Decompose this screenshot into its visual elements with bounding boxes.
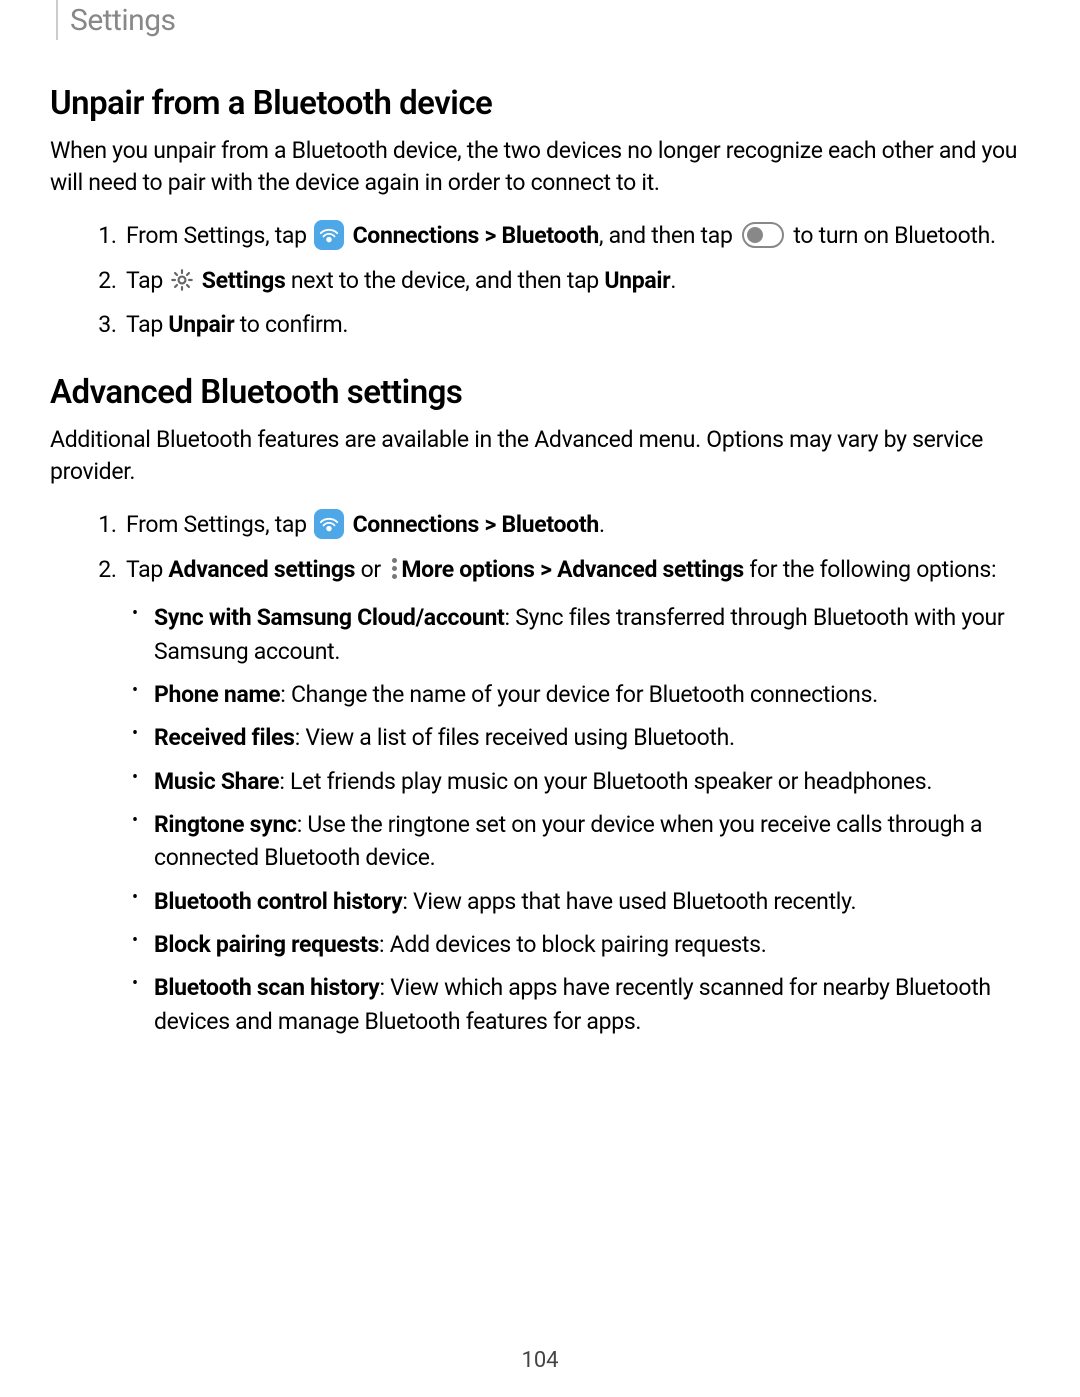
option-desc: : View apps that have used Bluetooth rec… bbox=[402, 888, 856, 915]
section1-intro: When you unpair from a Bluetooth device,… bbox=[50, 135, 1030, 199]
text-bold: > bbox=[479, 222, 501, 249]
section2-intro: Additional Bluetooth features are availa… bbox=[50, 424, 1030, 488]
page-header: Settings bbox=[56, 0, 1030, 40]
text: , and then tap bbox=[599, 222, 738, 249]
text-bold: Bluetooth bbox=[501, 511, 598, 538]
text-bold: Unpair bbox=[168, 311, 234, 338]
list-item: From Settings, tap Connections > Bluetoo… bbox=[122, 219, 1030, 254]
option-name: Bluetooth control history bbox=[154, 888, 402, 915]
section2-heading: Advanced Bluetooth settings bbox=[50, 373, 1030, 412]
list-item: Ringtone sync: Use the ringtone set on y… bbox=[126, 808, 1030, 875]
text: next to the device, and then tap bbox=[285, 267, 604, 294]
option-name: Phone name bbox=[154, 681, 280, 708]
text-bold: Connections bbox=[353, 511, 479, 538]
text: Tap bbox=[126, 267, 168, 294]
text: Tap bbox=[126, 311, 168, 338]
option-desc: : Change the name of your device for Blu… bbox=[280, 681, 878, 708]
option-name: Music Share bbox=[154, 768, 279, 795]
option-desc: : View a list of files received using Bl… bbox=[295, 724, 735, 751]
text: . bbox=[670, 267, 676, 294]
option-name: Ringtone sync bbox=[154, 811, 297, 838]
option-desc: : Add devices to block pairing requests. bbox=[379, 931, 766, 958]
option-name: Block pairing requests bbox=[154, 931, 379, 958]
text: From Settings, tap bbox=[126, 511, 312, 538]
text: for the following options: bbox=[744, 556, 996, 583]
options-list: Sync with Samsung Cloud/account: Sync fi… bbox=[126, 601, 1030, 1038]
text: From Settings, tap bbox=[126, 222, 312, 249]
list-item: Bluetooth control history: View apps tha… bbox=[126, 885, 1030, 918]
text-bold: More options bbox=[401, 556, 534, 583]
list-item: Sync with Samsung Cloud/account: Sync fi… bbox=[126, 601, 1030, 668]
list-item: Bluetooth scan history: View which apps … bbox=[126, 971, 1030, 1038]
text: to confirm. bbox=[234, 311, 348, 338]
list-item: Music Share: Let friends play music on y… bbox=[126, 765, 1030, 798]
header-title: Settings bbox=[70, 3, 176, 38]
list-item: Tap Advanced settings or More options > … bbox=[122, 553, 1030, 1038]
option-name: Bluetooth scan history bbox=[154, 974, 379, 1001]
connections-icon bbox=[314, 509, 344, 539]
list-item: Tap Unpair to confirm. bbox=[122, 308, 1030, 343]
more-options-icon bbox=[392, 558, 397, 579]
text-bold: Advanced settings bbox=[168, 556, 355, 583]
text-bold: Bluetooth bbox=[501, 222, 598, 249]
list-item: Block pairing requests: Add devices to b… bbox=[126, 928, 1030, 961]
list-item: From Settings, tap Connections > Bluetoo… bbox=[122, 508, 1030, 543]
text-bold: Connections bbox=[353, 222, 479, 249]
text-bold: Settings bbox=[202, 267, 286, 294]
text: to turn on Bluetooth. bbox=[788, 222, 996, 249]
toggle-off-icon bbox=[742, 222, 784, 248]
text: Tap bbox=[126, 556, 168, 583]
section1-steps: From Settings, tap Connections > Bluetoo… bbox=[50, 219, 1030, 343]
page-number: 104 bbox=[0, 1348, 1080, 1373]
section1-heading: Unpair from a Bluetooth device bbox=[50, 84, 1030, 123]
list-item: Phone name: Change the name of your devi… bbox=[126, 678, 1030, 711]
text-bold: > bbox=[479, 511, 501, 538]
option-name: Sync with Samsung Cloud/account bbox=[154, 604, 505, 631]
text: or bbox=[355, 556, 386, 583]
list-item: Tap Settings next to the device, and the… bbox=[122, 264, 1030, 299]
connections-icon bbox=[314, 220, 344, 250]
text-bold: Advanced settings bbox=[557, 556, 744, 583]
text-bold: Unpair bbox=[604, 267, 670, 294]
option-desc: : Let friends play music on your Bluetoo… bbox=[279, 768, 932, 795]
list-item: Received files: View a list of files rec… bbox=[126, 721, 1030, 754]
gear-icon bbox=[169, 267, 195, 293]
text: . bbox=[599, 511, 605, 538]
text-bold: > bbox=[535, 556, 557, 583]
option-name: Received files bbox=[154, 724, 295, 751]
section2-steps: From Settings, tap Connections > Bluetoo… bbox=[50, 508, 1030, 1038]
